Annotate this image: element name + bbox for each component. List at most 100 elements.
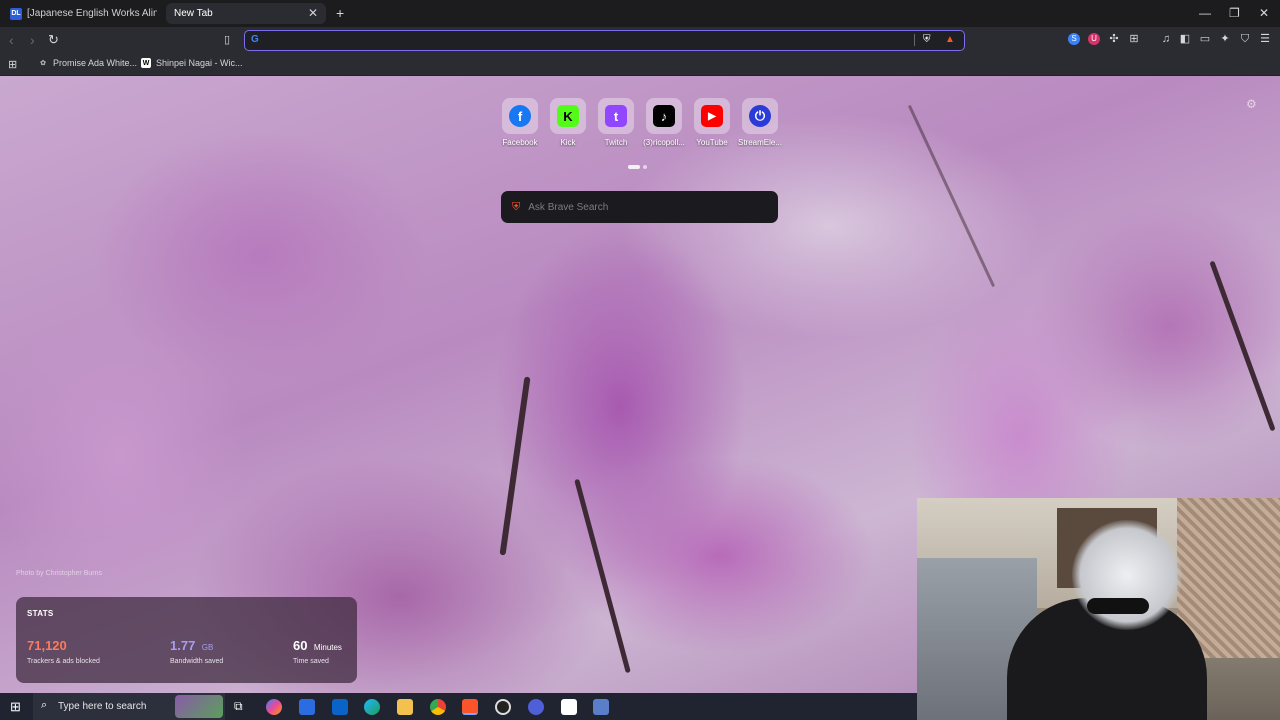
reload-icon[interactable]: ↻ [48, 32, 59, 48]
tiktok-icon: ♪ [653, 105, 675, 127]
tab-search-icon[interactable]: ⊞ [1128, 33, 1140, 45]
task-view-icon[interactable]: ⧉ [234, 699, 243, 714]
tab-japanese-english[interactable]: DL [Japanese English Works Alingual Ra..… [2, 3, 162, 24]
menu-icon[interactable]: ☰ [1259, 33, 1271, 45]
sidebar-icon[interactable]: ◧ [1179, 33, 1191, 45]
page-dot-active[interactable] [628, 165, 640, 169]
stat-unit: Minutes [313, 643, 342, 652]
extensions-icon[interactable]: ✣ [1108, 33, 1120, 45]
tab-strip: DL [Japanese English Works Alingual Ra..… [0, 0, 1280, 27]
wallet-icon[interactable]: ▭ [1199, 33, 1211, 45]
forward-icon[interactable]: › [30, 32, 35, 48]
stat-label: Bandwidth saved [170, 658, 224, 665]
shortcut-tiktok[interactable]: ♪ (3)ricopoll... [640, 98, 688, 147]
taskbar-search-label: Type here to search [58, 701, 147, 712]
webcam-person-glasses [1087, 598, 1149, 614]
shortcut-label: StreamEle... [737, 138, 782, 147]
windows-start-icon[interactable]: ⊞ [10, 699, 21, 715]
facebook-icon: f [509, 105, 531, 127]
minimize-icon[interactable]: — [1199, 6, 1211, 20]
obs-icon[interactable] [495, 699, 511, 715]
toolbar: ‹ › ↻ ▯ G ⛨ ▲ S U ✣ ⊞ ♫ ◧ ▭ ✦ ⛉ ☰ [0, 27, 1280, 54]
bookmark-label: Shinpei Nagai - Wic... [156, 58, 243, 68]
streaming-app-icon[interactable] [528, 699, 544, 715]
search-icon: ⌕ [41, 699, 48, 711]
brave-logo-icon: ⛨ [512, 200, 521, 213]
shield-icon[interactable]: ⛉ [1239, 33, 1251, 45]
extension-badge-icon[interactable]: U [1088, 33, 1100, 45]
kick-icon: K [557, 105, 579, 127]
leo-ai-icon[interactable]: ✦ [1219, 33, 1231, 45]
close-tab-icon[interactable]: ✕ [308, 6, 318, 20]
new-tab-icon[interactable]: + [336, 5, 344, 21]
brave-shields-icon[interactable]: ⛨ [923, 34, 931, 45]
divider [914, 34, 915, 46]
restore-icon[interactable]: ❐ [1229, 6, 1240, 20]
bookmark-label: Promise Ada White... [53, 58, 138, 68]
microsoft-store-icon[interactable] [299, 699, 315, 715]
search-input[interactable] [528, 201, 759, 213]
wikipedia-icon: W [141, 58, 151, 68]
youtube-icon: ▶ [701, 105, 723, 127]
shortcut-facebook[interactable]: f Facebook [496, 98, 544, 147]
stat-bandwidth: 1.77 GB Bandwidth saved [170, 637, 223, 665]
brave-search-box[interactable]: ⛨ [501, 191, 778, 223]
shortcut-label: Facebook [502, 138, 538, 147]
brave-browser-icon[interactable] [462, 699, 478, 715]
bookmark-icon[interactable]: ▯ [224, 33, 230, 46]
tab-new-tab[interactable]: New Tab ✕ [166, 3, 326, 24]
shortcut-twitch[interactable]: t Twitch [592, 98, 640, 147]
stat-unit: GB [201, 643, 214, 652]
bookmark-favicon: ✿ [40, 60, 46, 67]
google-icon: G [251, 34, 259, 45]
tab-title: New Tab [174, 8, 213, 19]
shortcut-label: Kick [560, 138, 576, 147]
back-icon[interactable]: ‹ [9, 32, 14, 48]
address-bar[interactable]: G ⛨ ▲ [244, 30, 965, 51]
streamelements-icon: ⏻ [749, 105, 771, 127]
background-stem [574, 478, 631, 674]
background-stem [1209, 260, 1276, 432]
shortcut-tile: K [550, 98, 586, 134]
background-stem [907, 104, 996, 288]
photo-credit[interactable]: Photo by Christopher Burns [16, 570, 102, 577]
bookmark-shinpei-nagai[interactable]: W Shinpei Nagai - Wic... [141, 58, 243, 68]
edge-icon[interactable] [364, 699, 380, 715]
settings-gear-icon[interactable]: ⚙ [1246, 97, 1257, 111]
calculator-icon[interactable] [593, 699, 609, 715]
chrome-icon[interactable] [430, 699, 446, 715]
stat-time: 60 Minutes Time saved [293, 637, 342, 665]
shortcut-label: Twitch [604, 138, 628, 147]
media-icon[interactable]: ♫ [1160, 33, 1172, 45]
shortcut-label: (3)ricopoll... [643, 138, 685, 147]
brave-rewards-icon[interactable]: ▲ [945, 34, 955, 45]
shortcut-kick[interactable]: K Kick [544, 98, 592, 147]
notion-icon[interactable] [561, 699, 577, 715]
search-highlight-icon [175, 695, 223, 718]
shortcut-youtube[interactable]: ▶ YouTube [688, 98, 736, 147]
shortcut-tile: ▶ [694, 98, 730, 134]
copilot-icon[interactable] [266, 699, 282, 715]
stat-value: 1.77 [170, 638, 196, 653]
stats-title: STATS [27, 609, 54, 618]
stat-label: Trackers & ads blocked [27, 658, 100, 665]
page-dot[interactable] [643, 165, 647, 169]
close-window-icon[interactable]: ✕ [1259, 6, 1269, 20]
file-explorer-icon[interactable] [397, 699, 413, 715]
taskbar-search[interactable]: ⌕ Type here to search [33, 693, 225, 720]
stat-value: 60 [293, 638, 308, 653]
vpn-icon[interactable]: S [1068, 33, 1080, 45]
webcam-overlay [917, 498, 1280, 720]
twitch-icon: t [605, 105, 627, 127]
outlook-icon[interactable] [332, 699, 348, 715]
background-stem [499, 376, 531, 556]
apps-grid-icon[interactable]: ⊞ [8, 58, 17, 71]
shortcut-tile: ⏻ [742, 98, 778, 134]
shortcut-tile: t [598, 98, 634, 134]
taskbar: ⊞ ⌕ Type here to search ⧉ [0, 693, 917, 720]
bookmark-promise-ada[interactable]: ✿ Promise Ada White... [38, 58, 137, 68]
tab-favicon: DL [10, 7, 22, 20]
bookmarks-bar: ⊞ ✿ Promise Ada White... W Shinpei Nagai… [0, 54, 1280, 76]
shortcut-tile: f [502, 98, 538, 134]
shortcut-streamelements[interactable]: ⏻ StreamEle... [736, 98, 784, 147]
